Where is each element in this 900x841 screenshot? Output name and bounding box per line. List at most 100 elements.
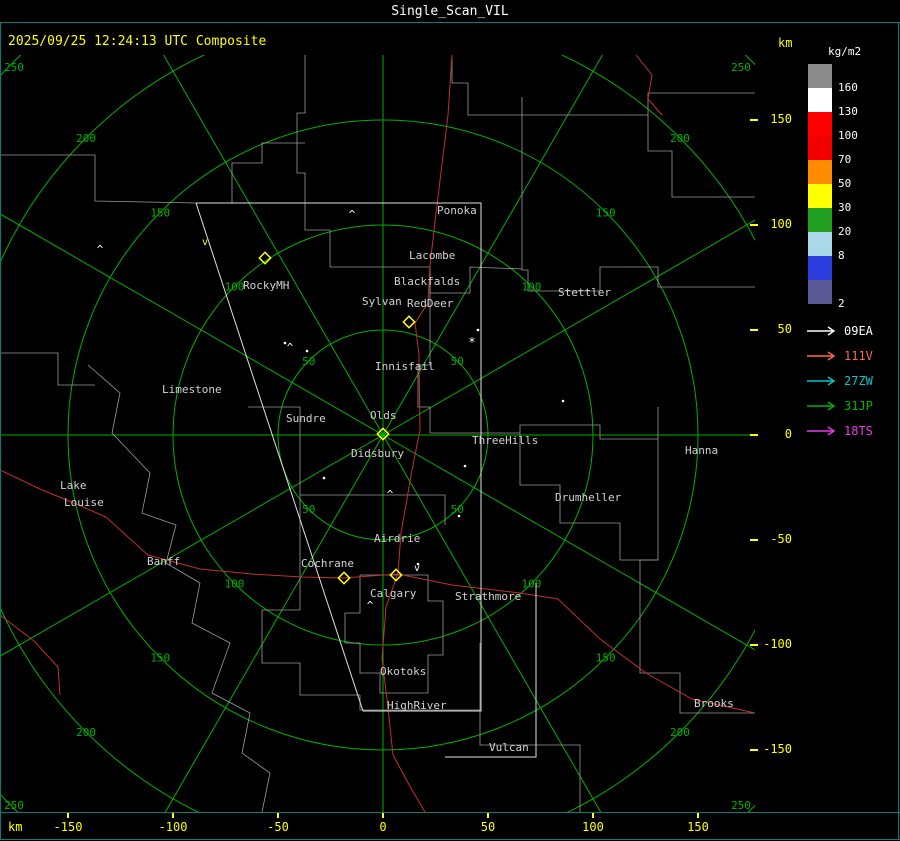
city-label: Cochrane bbox=[301, 557, 354, 570]
track-arrow-icon bbox=[807, 400, 836, 411]
city-label: Drumheller bbox=[555, 491, 622, 504]
bottom-axis-divider bbox=[0, 812, 900, 813]
cell-dot-icon bbox=[283, 341, 287, 345]
county-boundary bbox=[479, 643, 581, 812]
track-legend-row: 27ZW bbox=[806, 368, 873, 393]
range-ring-label: 150 bbox=[150, 206, 170, 219]
colorbar-value: 20 bbox=[838, 225, 852, 238]
city-label: HighRiver bbox=[387, 699, 447, 712]
city-label: Strathmore bbox=[455, 590, 521, 603]
range-ring-label: 250 bbox=[731, 61, 751, 74]
right-axis-label: 100 bbox=[770, 217, 792, 231]
colorbar-value: 70 bbox=[838, 153, 852, 166]
range-ring-label: 100 bbox=[522, 281, 542, 294]
cell-dot-icon bbox=[305, 349, 309, 353]
right-axis-label: 150 bbox=[770, 112, 792, 126]
colorbar-value: 8 bbox=[838, 249, 845, 262]
cell-dot-icon bbox=[457, 514, 461, 518]
bottom-axis-tick bbox=[592, 813, 594, 818]
cell-dot-icon bbox=[416, 562, 420, 566]
city-label: Brooks bbox=[694, 697, 734, 710]
track-arrow-icon bbox=[807, 350, 836, 361]
track-legend-row: 31JP bbox=[806, 393, 873, 418]
bottom-axis-tick bbox=[487, 813, 489, 818]
page-left-border bbox=[0, 22, 1, 840]
bottom-axis-tick bbox=[697, 813, 699, 818]
colorbar-swatch bbox=[808, 136, 832, 160]
track-id: 18TS bbox=[844, 423, 873, 438]
city-label: Ponoka bbox=[437, 204, 477, 217]
cell-dot-icon bbox=[476, 328, 480, 332]
bottom-axis-label: -150 bbox=[53, 820, 83, 834]
city-label: Sundre bbox=[286, 412, 326, 425]
bottom-axis-tick bbox=[67, 813, 69, 818]
city-label: RedDeer bbox=[407, 297, 454, 310]
county-boundary bbox=[0, 154, 197, 204]
bottom-axis-label: 100 bbox=[582, 820, 604, 834]
range-ring-label: 250 bbox=[731, 799, 751, 812]
right-axis-label: -150 bbox=[763, 742, 792, 756]
county-boundary bbox=[0, 352, 95, 386]
range-ring-label: 50 bbox=[302, 355, 315, 368]
range-ring-label: 150 bbox=[596, 652, 616, 665]
colorbar-swatch bbox=[808, 88, 832, 112]
cell-caret-icon: ^ bbox=[97, 243, 104, 256]
range-ring-label: 100 bbox=[522, 577, 542, 590]
county-boundary bbox=[430, 424, 658, 440]
azimuth-line bbox=[163, 55, 384, 436]
colorbar-value: 2 bbox=[838, 297, 845, 310]
track-id: 27ZW bbox=[844, 373, 873, 388]
city-label: Limestone bbox=[162, 383, 222, 396]
storm-centroid-diamond-icon bbox=[402, 315, 416, 329]
range-ring-label: 200 bbox=[670, 726, 690, 739]
county-boundary bbox=[261, 495, 360, 696]
city-label: Olds bbox=[370, 409, 397, 422]
range-ring-label: 200 bbox=[670, 132, 690, 145]
bottom-axis-label: 150 bbox=[687, 820, 709, 834]
cell-star-icon: * bbox=[468, 335, 475, 349]
bottom-axis-label: -50 bbox=[267, 820, 289, 834]
highway-line bbox=[635, 55, 663, 116]
range-ring-label: 50 bbox=[302, 503, 315, 516]
range-ring-label: 100 bbox=[225, 577, 245, 590]
azimuth-line bbox=[0, 434, 384, 657]
range-ring-label: 250 bbox=[4, 61, 24, 74]
track-legend-row: 18TS bbox=[806, 418, 873, 443]
colorbar-value: 50 bbox=[838, 177, 852, 190]
range-ring-label: 150 bbox=[596, 206, 616, 219]
colorbar-swatch bbox=[808, 64, 832, 88]
track-legend-row: 111V bbox=[806, 343, 873, 368]
bottom-axis-label: -100 bbox=[158, 820, 188, 834]
colorbar-swatch bbox=[808, 256, 832, 280]
range-ring-label: 200 bbox=[76, 132, 96, 145]
window-title: Single_Scan_VIL bbox=[391, 3, 509, 19]
county-boundary bbox=[647, 115, 755, 198]
radar-map-canvas[interactable]: 50 50 50 50 100 100 100 100 150 150 150 150 200 200 20… bbox=[0, 55, 755, 812]
cell-caret-icon: ^ bbox=[349, 208, 356, 221]
county-boundary bbox=[451, 55, 522, 116]
cell-vee-icon: v bbox=[202, 237, 208, 248]
city-label: ThreeHills bbox=[472, 434, 538, 447]
city-label: Lake bbox=[60, 479, 87, 492]
city-label: Blackfalds bbox=[394, 275, 460, 288]
colorbar-swatch bbox=[808, 232, 832, 256]
bottom-axis-label: 50 bbox=[480, 820, 496, 834]
right-axis-label: 0 bbox=[784, 427, 792, 441]
track-arrow-icon bbox=[807, 325, 836, 336]
city-label: Stettler bbox=[558, 286, 611, 299]
cell-caret-icon: ^ bbox=[367, 599, 374, 612]
colorbar bbox=[808, 64, 832, 304]
colorbar-value: 130 bbox=[838, 105, 858, 118]
right-axis-unit-label: km bbox=[778, 36, 793, 50]
right-axis-label: 50 bbox=[777, 322, 792, 336]
cell-caret-icon: ^ bbox=[287, 341, 294, 354]
city-label: Sylvan bbox=[362, 295, 402, 308]
cell-dot-icon bbox=[322, 476, 326, 480]
city-label: Hanna bbox=[685, 444, 718, 457]
county-boundary bbox=[521, 97, 529, 291]
cell-caret-icon: ^ bbox=[387, 488, 394, 501]
azimuth-line bbox=[0, 213, 384, 436]
city-label: Airdrie bbox=[374, 532, 420, 545]
colorbar-value: 160 bbox=[838, 81, 858, 94]
bottom-axis-tick bbox=[172, 813, 174, 818]
